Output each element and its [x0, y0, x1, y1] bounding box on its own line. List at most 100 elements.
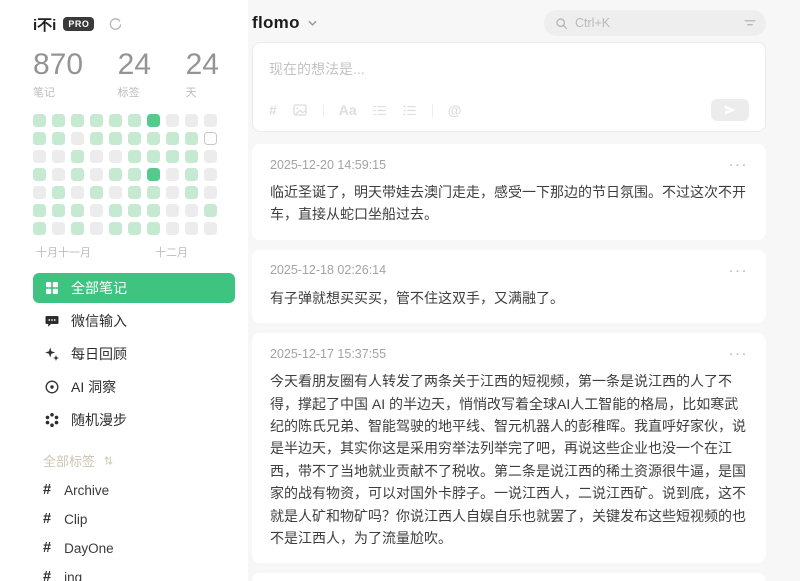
heatmap-cell[interactable]: [128, 114, 141, 127]
heatmap-cell[interactable]: [128, 132, 141, 145]
sidebar-item-all-notes[interactable]: 全部笔记: [33, 273, 235, 303]
heatmap-cell[interactable]: [71, 222, 84, 235]
heatmap-cell[interactable]: [90, 204, 103, 217]
sidebar-tag-Archive[interactable]: #Archive: [33, 476, 236, 505]
heatmap-cell[interactable]: [109, 186, 122, 199]
heatmap-cell[interactable]: [128, 222, 141, 235]
heatmap-cell[interactable]: [90, 132, 103, 145]
heatmap-cell[interactable]: [90, 114, 103, 127]
heatmap-cell[interactable]: [71, 114, 84, 127]
heatmap-cell[interactable]: [185, 222, 198, 235]
heatmap-cell[interactable]: [71, 204, 84, 217]
format-icon[interactable]: Aa: [339, 103, 357, 117]
sidebar-item-wechat-input[interactable]: 微信输入: [33, 306, 235, 336]
heatmap-cell[interactable]: [52, 114, 65, 127]
heatmap-cell[interactable]: [147, 168, 160, 181]
heatmap-cell[interactable]: [204, 114, 217, 127]
heatmap-cell[interactable]: [109, 204, 122, 217]
mention-icon[interactable]: @: [448, 103, 462, 117]
heatmap-cell[interactable]: [90, 186, 103, 199]
heatmap-cell[interactable]: [204, 150, 217, 163]
heatmap-cell[interactable]: [147, 150, 160, 163]
heatmap-cell[interactable]: [33, 222, 46, 235]
heatmap-cell[interactable]: [33, 168, 46, 181]
heatmap-cell[interactable]: [166, 186, 179, 199]
sidebar-item-daily-review[interactable]: 每日回顾: [33, 339, 235, 369]
heatmap-cell[interactable]: [109, 168, 122, 181]
search-box[interactable]: [544, 10, 766, 36]
heatmap-cell[interactable]: [166, 204, 179, 217]
app-logo[interactable]: flomo: [252, 13, 318, 33]
stat[interactable]: 24天: [186, 49, 219, 100]
heatmap-cell[interactable]: [185, 132, 198, 145]
heatmap-cell[interactable]: [33, 186, 46, 199]
heatmap-cell[interactable]: [204, 204, 217, 217]
heatmap-cell[interactable]: [109, 132, 122, 145]
heatmap-cell[interactable]: [52, 150, 65, 163]
heatmap-cell[interactable]: [52, 204, 65, 217]
send-button[interactable]: [711, 99, 749, 121]
heatmap-cell[interactable]: [128, 168, 141, 181]
search-input[interactable]: [575, 16, 736, 30]
more-icon[interactable]: ···: [729, 346, 749, 361]
heatmap-cell[interactable]: [52, 222, 65, 235]
heatmap-cell[interactable]: [166, 222, 179, 235]
heatmap-cell[interactable]: [109, 114, 122, 127]
note-composer[interactable]: 现在的想法是... #Aa@: [252, 42, 766, 132]
stat[interactable]: 24标签: [118, 49, 151, 100]
heatmap-cell[interactable]: [52, 186, 65, 199]
heatmap-cell[interactable]: [90, 222, 103, 235]
sidebar-tag-ing[interactable]: #ing: [33, 563, 236, 581]
heatmap-cell[interactable]: [33, 150, 46, 163]
heatmap-cell[interactable]: [71, 186, 84, 199]
sidebar-item-ai-insight[interactable]: AI 洞察: [33, 372, 235, 402]
heatmap-cell[interactable]: [166, 150, 179, 163]
heatmap-cell[interactable]: [33, 132, 46, 145]
heatmap-cell[interactable]: [109, 222, 122, 235]
more-icon[interactable]: ···: [729, 263, 749, 278]
image-icon[interactable]: [292, 102, 308, 118]
heatmap-cell[interactable]: [166, 114, 179, 127]
sidebar-tag-Clip[interactable]: #Clip: [33, 505, 236, 534]
heatmap-cell[interactable]: [204, 222, 217, 235]
heatmap-cell[interactable]: [109, 150, 122, 163]
heatmap-cell[interactable]: [71, 132, 84, 145]
heatmap-cell[interactable]: [147, 114, 160, 127]
heatmap-cell[interactable]: [185, 186, 198, 199]
heatmap-cell[interactable]: [185, 204, 198, 217]
heatmap-cell[interactable]: [52, 132, 65, 145]
heatmap-cell[interactable]: [185, 150, 198, 163]
more-icon[interactable]: ···: [729, 157, 749, 172]
heatmap-cell[interactable]: [33, 204, 46, 217]
heatmap-cell[interactable]: [166, 168, 179, 181]
sidebar-tag-DayOne[interactable]: #DayOne: [33, 534, 236, 563]
heatmap-cell[interactable]: [147, 186, 160, 199]
heatmap-cell[interactable]: [147, 204, 160, 217]
heatmap-cell[interactable]: [147, 132, 160, 145]
sync-icon[interactable]: [108, 17, 123, 32]
username[interactable]: i不i: [33, 14, 56, 35]
heatmap-cell[interactable]: [128, 186, 141, 199]
ordered-list-icon[interactable]: [372, 103, 387, 118]
heatmap-cell[interactable]: [90, 150, 103, 163]
heatmap-cell[interactable]: [128, 150, 141, 163]
heatmap-cell[interactable]: [185, 168, 198, 181]
heatmap-cell[interactable]: [204, 132, 217, 145]
heatmap-cell[interactable]: [52, 168, 65, 181]
stat[interactable]: 870笔记: [33, 49, 83, 100]
heatmap-cell[interactable]: [204, 186, 217, 199]
heatmap-cell[interactable]: [33, 114, 46, 127]
filter-icon[interactable]: [743, 16, 757, 30]
heatmap-cell[interactable]: [185, 114, 198, 127]
sort-icon[interactable]: [103, 455, 114, 466]
heatmap-cell[interactable]: [204, 168, 217, 181]
heatmap-cell[interactable]: [90, 168, 103, 181]
heatmap-cell[interactable]: [71, 150, 84, 163]
heatmap-cell[interactable]: [166, 132, 179, 145]
heatmap-cell[interactable]: [128, 204, 141, 217]
hash-icon[interactable]: #: [269, 103, 277, 117]
sidebar-item-random-walk[interactable]: 随机漫步: [33, 405, 235, 435]
bullet-list-icon[interactable]: [402, 103, 417, 118]
heatmap-cell[interactable]: [71, 168, 84, 181]
heatmap-cell[interactable]: [147, 222, 160, 235]
